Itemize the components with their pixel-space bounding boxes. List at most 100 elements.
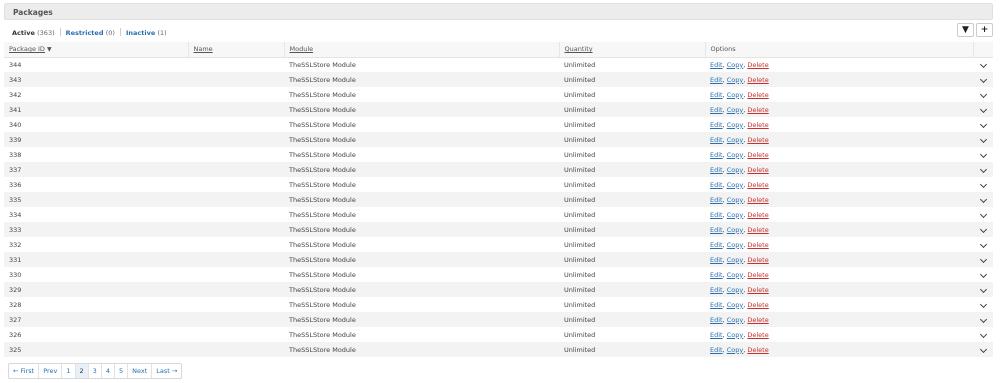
edit-link[interactable]: Edit [710,181,723,189]
delete-link[interactable]: Delete [747,271,768,279]
copy-link[interactable]: Copy [727,181,744,189]
delete-link[interactable]: Delete [747,316,768,324]
edit-link[interactable]: Edit [710,286,723,294]
copy-link[interactable]: Copy [727,226,744,234]
copy-link[interactable]: Copy [727,346,744,354]
delete-link[interactable]: Delete [747,181,768,189]
expand-row-button[interactable] [973,102,993,117]
table-row[interactable]: 340 TheSSLStore Module Unlimited Edit, Copy… [4,117,993,132]
delete-link[interactable]: Delete [747,166,768,174]
column-header-module[interactable]: Module [283,42,559,58]
add-package-button[interactable]: + [976,23,993,37]
pagination-item[interactable]: Prev [38,364,61,378]
delete-link[interactable]: Delete [747,301,768,309]
edit-link[interactable]: Edit [710,256,723,264]
pagination-item[interactable]: 3 [87,364,101,378]
filter-button[interactable]: ▼ [957,23,974,37]
copy-link[interactable]: Copy [727,196,744,204]
pagination-item[interactable]: 5 [113,364,127,378]
pagination-item[interactable]: 2 [74,364,88,378]
copy-link[interactable]: Copy [727,61,744,69]
copy-link[interactable]: Copy [727,151,744,159]
tab-inactive[interactable]: Inactive (1) [126,29,167,37]
edit-link[interactable]: Edit [710,301,723,309]
table-row[interactable]: 342 TheSSLStore Module Unlimited Edit, Copy… [4,87,993,102]
edit-link[interactable]: Edit [710,61,723,69]
expand-row-button[interactable] [973,312,993,327]
delete-link[interactable]: Delete [747,226,768,234]
copy-link[interactable]: Copy [727,286,744,294]
table-row[interactable]: 335 TheSSLStore Module Unlimited Edit, Copy… [4,192,993,207]
expand-row-button[interactable] [973,117,993,132]
table-row[interactable]: 336 TheSSLStore Module Unlimited Edit, Copy… [4,177,993,192]
column-header-name[interactable]: Name [187,42,284,58]
delete-link[interactable]: Delete [747,91,768,99]
expand-row-button[interactable] [973,297,993,312]
table-row[interactable]: 338 TheSSLStore Module Unlimited Edit, Copy… [4,147,993,162]
expand-row-button[interactable] [973,327,993,342]
pagination-item[interactable]: Last → [151,364,181,378]
delete-link[interactable]: Delete [747,121,768,129]
edit-link[interactable]: Edit [710,346,723,354]
edit-link[interactable]: Edit [710,136,723,144]
expand-row-button[interactable] [973,192,993,207]
delete-link[interactable]: Delete [747,196,768,204]
table-row[interactable]: 341 TheSSLStore Module Unlimited Edit, Copy… [4,102,993,117]
copy-link[interactable]: Copy [727,91,744,99]
table-row[interactable]: 333 TheSSLStore Module Unlimited Edit, Copy… [4,222,993,237]
edit-link[interactable]: Edit [710,241,723,249]
expand-row-button[interactable] [973,87,993,102]
edit-link[interactable]: Edit [710,331,723,339]
delete-link[interactable]: Delete [747,106,768,114]
table-row[interactable]: 343 TheSSLStore Module Unlimited Edit, Copy… [4,72,993,87]
table-row[interactable]: 329 TheSSLStore Module Unlimited Edit, Copy… [4,282,993,297]
delete-link[interactable]: Delete [747,76,768,84]
copy-link[interactable]: Copy [727,121,744,129]
table-row[interactable]: 326 TheSSLStore Module Unlimited Edit, Copy… [4,327,993,342]
copy-link[interactable]: Copy [727,211,744,219]
delete-link[interactable]: Delete [747,286,768,294]
expand-row-button[interactable] [973,267,993,282]
pagination-item[interactable]: 1 [61,364,74,378]
expand-row-button[interactable] [973,207,993,222]
edit-link[interactable]: Edit [710,316,723,324]
pagination-item[interactable]: 4 [100,364,114,378]
copy-link[interactable]: Copy [727,136,744,144]
edit-link[interactable]: Edit [710,271,723,279]
edit-link[interactable]: Edit [710,166,723,174]
expand-row-button[interactable] [973,177,993,192]
table-row[interactable]: 334 TheSSLStore Module Unlimited Edit, Copy… [4,207,993,222]
tab-restricted[interactable]: Restricted (0) [66,29,115,37]
delete-link[interactable]: Delete [747,136,768,144]
copy-link[interactable]: Copy [727,316,744,324]
tab-active[interactable]: Active (363) [12,29,55,37]
table-row[interactable]: 332 TheSSLStore Module Unlimited Edit, Copy… [4,237,993,252]
expand-row-button[interactable] [973,57,993,72]
expand-row-button[interactable] [973,222,993,237]
table-row[interactable]: 325 TheSSLStore Module Unlimited Edit, Copy… [4,342,993,357]
copy-link[interactable]: Copy [727,76,744,84]
expand-row-button[interactable] [973,237,993,252]
table-row[interactable]: 328 TheSSLStore Module Unlimited Edit, Copy… [4,297,993,312]
edit-link[interactable]: Edit [710,226,723,234]
column-header-quantity[interactable]: Quantity [558,42,705,58]
edit-link[interactable]: Edit [710,211,723,219]
table-row[interactable]: 339 TheSSLStore Module Unlimited Edit, Copy… [4,132,993,147]
delete-link[interactable]: Delete [747,241,768,249]
edit-link[interactable]: Edit [710,151,723,159]
table-row[interactable]: 330 TheSSLStore Module Unlimited Edit, Copy… [4,267,993,282]
delete-link[interactable]: Delete [747,211,768,219]
table-row[interactable]: 327 TheSSLStore Module Unlimited Edit, Copy… [4,312,993,327]
expand-row-button[interactable] [973,132,993,147]
copy-link[interactable]: Copy [727,241,744,249]
copy-link[interactable]: Copy [727,106,744,114]
edit-link[interactable]: Edit [710,76,723,84]
copy-link[interactable]: Copy [727,166,744,174]
expand-row-button[interactable] [973,162,993,177]
edit-link[interactable]: Edit [710,121,723,129]
table-row[interactable]: 337 TheSSLStore Module Unlimited Edit, Copy… [4,162,993,177]
pagination-item[interactable]: ← First [9,364,38,378]
edit-link[interactable]: Edit [710,196,723,204]
expand-row-button[interactable] [973,147,993,162]
edit-link[interactable]: Edit [710,91,723,99]
